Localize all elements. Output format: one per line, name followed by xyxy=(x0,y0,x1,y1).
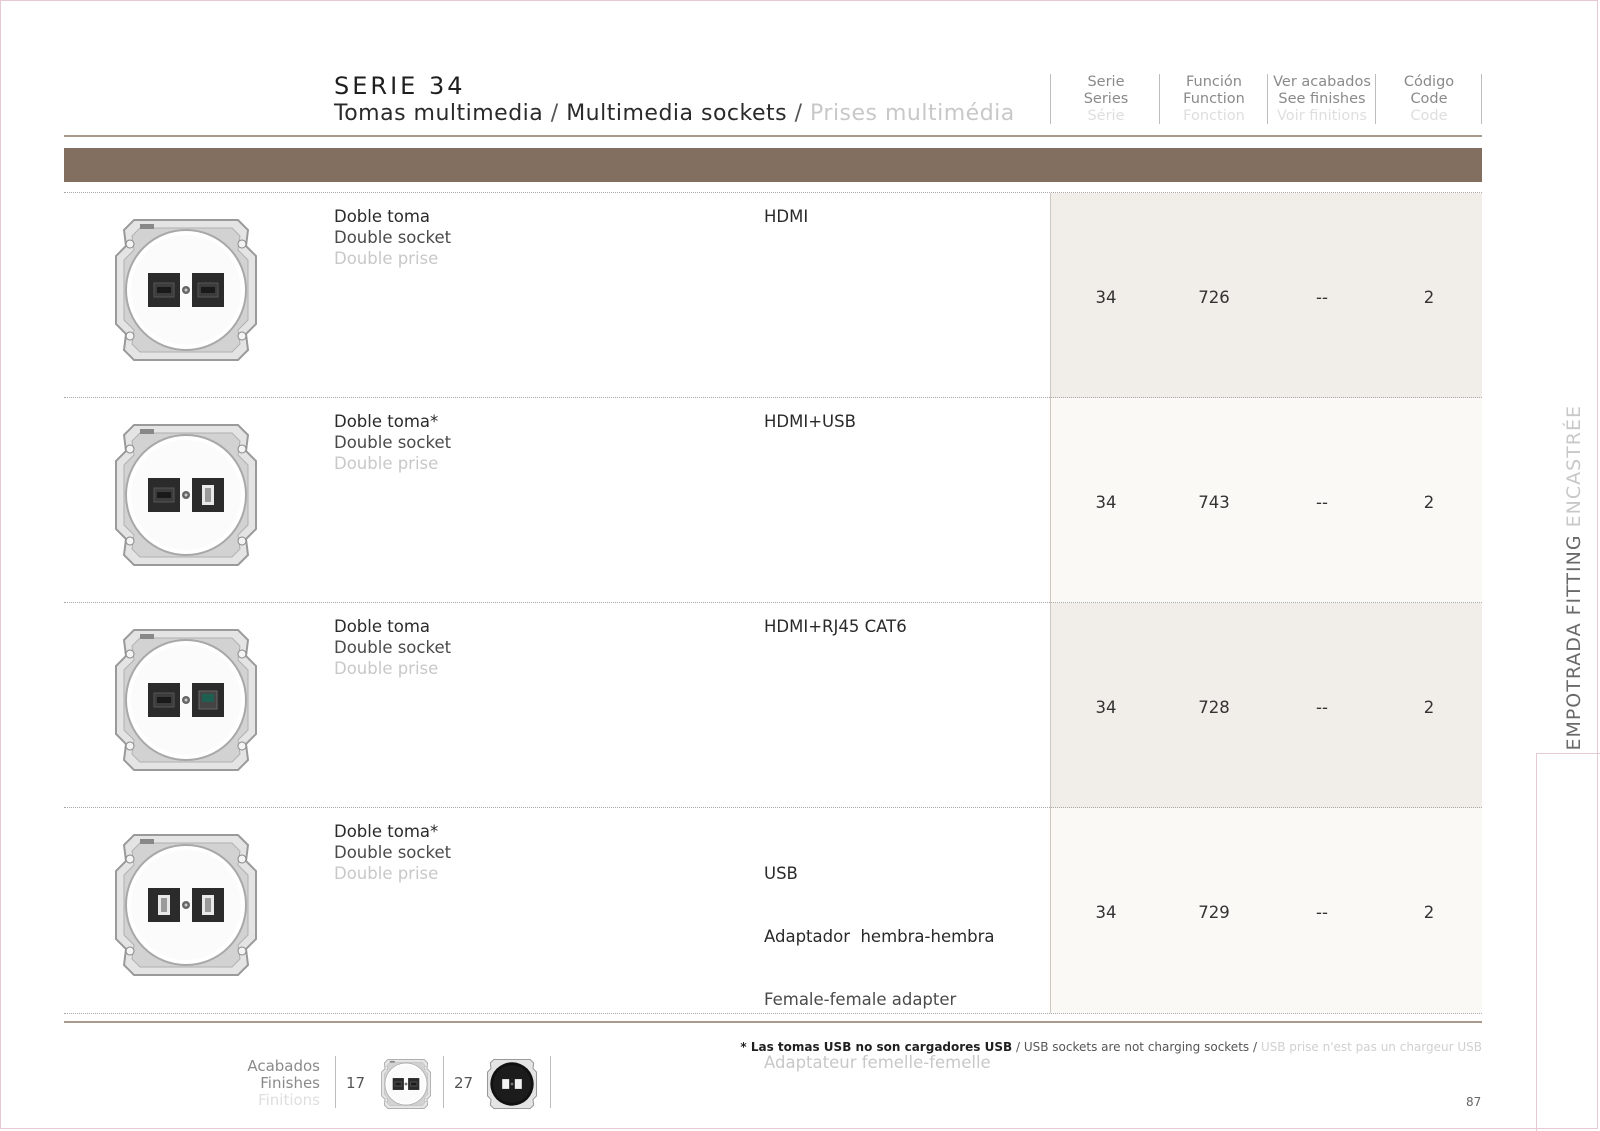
row-function: HDMI+RJ45 CAT6 xyxy=(764,616,907,637)
finish-code: 17 xyxy=(346,1074,366,1092)
func-line: Female-female adapter xyxy=(764,990,957,1009)
page-number: 87 xyxy=(1466,1095,1482,1109)
side-tab xyxy=(1536,753,1600,1131)
finish-divider xyxy=(443,1056,444,1108)
cell-funcion: 726 xyxy=(1198,288,1230,307)
header-col-codigo: Código Code Code xyxy=(1376,74,1482,125)
desc-es: Doble toma xyxy=(334,617,431,636)
row-function: HDMI+USB xyxy=(764,411,856,432)
subtitle-separator: / xyxy=(794,101,803,126)
desc-fr: Double prise xyxy=(334,659,439,678)
cell-serie: 34 xyxy=(1095,493,1117,512)
header-divider xyxy=(1267,74,1268,124)
page-subtitle: Tomas multimedia / Multimedia sockets / … xyxy=(334,101,1015,126)
finish-divider xyxy=(550,1056,551,1108)
func-line: HDMI+RJ45 CAT6 xyxy=(764,617,907,636)
header-col-label: Serie xyxy=(1087,74,1125,90)
section-band xyxy=(64,148,1482,182)
desc-en: Double socket xyxy=(334,843,452,862)
cell-acabados: -- xyxy=(1316,903,1328,922)
desc-es: Doble toma xyxy=(334,207,431,226)
func-line: Adaptateur femelle-femelle xyxy=(764,1053,991,1072)
note-separator: / xyxy=(1249,1040,1261,1054)
desc-fr: Double prise xyxy=(334,454,439,473)
finishes-label-fr: Finitions xyxy=(258,1091,320,1109)
header-col-label: Série xyxy=(1087,108,1125,124)
footer-rule xyxy=(64,1021,1482,1023)
subtitle-en: Multimedia sockets xyxy=(566,101,788,126)
row-description: Doble toma Double socket Double prise xyxy=(334,616,451,679)
side-label-primary: EMPOTRADA FITTING xyxy=(1563,534,1585,751)
cell-acabados: -- xyxy=(1316,288,1328,307)
func-line: HDMI xyxy=(764,207,809,226)
note-en: USB sockets are not charging sockets xyxy=(1023,1040,1250,1054)
cell-codigo: 2 xyxy=(1423,903,1435,922)
subtitle-es: Tomas multimedia xyxy=(334,101,544,126)
header-col-label: Ver acabados xyxy=(1273,74,1371,90)
header-col-label: Función xyxy=(1186,74,1242,90)
header-col-label: See finishes xyxy=(1278,91,1366,107)
hdmi-usb-socket-image xyxy=(115,424,257,566)
cell-serie: 34 xyxy=(1095,903,1117,922)
header-rule xyxy=(64,135,1482,137)
func-line: HDMI+USB xyxy=(764,412,856,431)
serie-title: SERIE 34 xyxy=(334,72,466,100)
side-label-secondary: ENCASTRÉE xyxy=(1563,405,1585,535)
finish-code: 27 xyxy=(454,1074,474,1092)
header-col-label: Series xyxy=(1083,91,1129,107)
header-divider xyxy=(1050,74,1051,124)
hdmi-double-socket-image xyxy=(115,219,257,361)
header-col-label: Código xyxy=(1403,74,1455,90)
header-divider xyxy=(1159,74,1160,124)
cell-codigo: 2 xyxy=(1423,288,1435,307)
cell-codigo: 2 xyxy=(1423,493,1435,512)
row-description: Doble toma* Double socket Double prise xyxy=(334,821,451,884)
cell-serie: 34 xyxy=(1095,698,1117,717)
header-col-label: Code xyxy=(1410,108,1448,124)
note-fr: USB prise n'est pas un chargeur USB xyxy=(1260,1040,1482,1054)
finishes-label-es: Acabados xyxy=(247,1057,320,1075)
header-col-label: Fonction xyxy=(1183,108,1245,124)
finish-divider xyxy=(335,1056,336,1108)
func-line: USB xyxy=(764,864,798,883)
header-col-label: Code xyxy=(1410,91,1448,107)
header-col-label: Voir finitions xyxy=(1277,108,1367,124)
side-section-label: EMPOTRADA FITTING ENCASTRÉE xyxy=(1563,405,1585,751)
header-col-serie: Serie Series Série xyxy=(1053,74,1159,125)
hdmi-rj45-socket-image xyxy=(115,629,257,771)
header-col-funcion: Función Function Fonction xyxy=(1161,74,1267,125)
cell-codigo: 2 xyxy=(1423,698,1435,717)
row-description: Doble toma* Double socket Double prise xyxy=(334,411,451,474)
subtitle-separator: / xyxy=(550,101,559,126)
usb-footnote: * Las tomas USB no son cargadores USB / … xyxy=(740,1040,1482,1054)
usb-double-socket-image xyxy=(115,834,257,976)
desc-fr: Double prise xyxy=(334,249,439,268)
row-description: Doble toma Double socket Double prise xyxy=(334,206,451,269)
note-separator: / xyxy=(1012,1040,1024,1054)
header-divider xyxy=(1481,74,1482,124)
header-col-label: Function xyxy=(1183,91,1245,107)
cell-funcion: 743 xyxy=(1198,493,1230,512)
desc-fr: Double prise xyxy=(334,864,439,883)
desc-en: Double socket xyxy=(334,228,452,247)
subtitle-fr: Prises multimédia xyxy=(810,101,1015,126)
finishes-label-en: Finishes xyxy=(260,1074,320,1092)
desc-en: Double socket xyxy=(334,638,452,657)
header-col-acabados: Ver acabados See finishes Voir finitions xyxy=(1269,74,1375,125)
func-line: Adaptador hembra-hembra xyxy=(764,927,995,946)
white-finish-swatch xyxy=(381,1059,431,1109)
cell-funcion: 729 xyxy=(1198,903,1230,922)
cell-acabados: -- xyxy=(1316,698,1328,717)
black-finish-swatch xyxy=(486,1058,538,1110)
cell-funcion: 728 xyxy=(1198,698,1230,717)
desc-es: Doble toma* xyxy=(334,822,439,841)
desc-es: Doble toma* xyxy=(334,412,439,431)
desc-en: Double socket xyxy=(334,433,452,452)
note-es: * Las tomas USB no son cargadores USB xyxy=(740,1040,1013,1054)
row-function: HDMI xyxy=(764,206,808,227)
cell-acabados: -- xyxy=(1316,493,1328,512)
finishes-label: Acabados Finishes Finitions xyxy=(220,1058,320,1109)
cell-serie: 34 xyxy=(1095,288,1117,307)
